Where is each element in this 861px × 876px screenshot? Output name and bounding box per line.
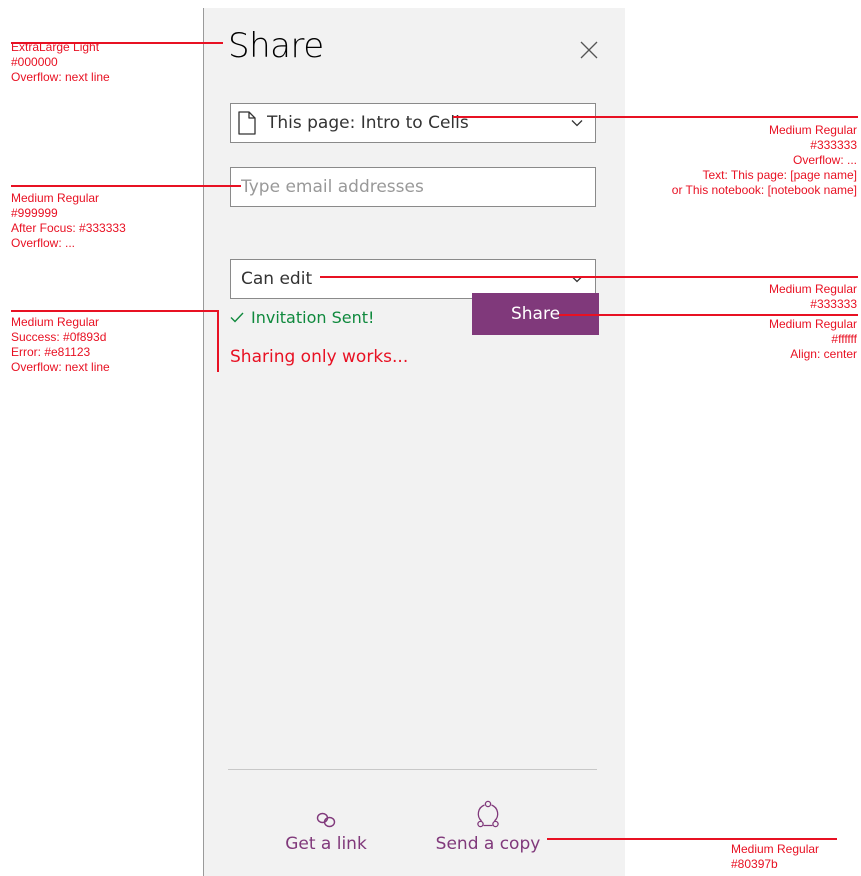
chevron-down-icon (571, 120, 583, 127)
share-panel: Share This page: Intro to Cells Can edit… (204, 8, 625, 876)
annotation-line (559, 314, 858, 316)
annotation-line (453, 116, 858, 118)
annotation-permission: Medium Regular #333333 (768, 282, 857, 311)
annotation-line (11, 310, 217, 312)
send-copy-button[interactable]: Send a copy (432, 798, 544, 854)
annotation-footer: Medium Regular #80397b (731, 842, 820, 871)
send-copy-label: Send a copy (435, 834, 541, 854)
page-icon (238, 111, 256, 135)
share-icon (477, 800, 499, 828)
annotation-line (217, 310, 219, 372)
annotation-email: Medium Regular #999999 After Focus: #333… (11, 191, 126, 250)
status-error: Sharing only works... (230, 347, 409, 367)
scope-select[interactable]: This page: Intro to Cells (230, 103, 596, 143)
email-field[interactable] (230, 167, 596, 207)
annotation-line (11, 42, 223, 44)
permission-select-value: Can edit (241, 269, 313, 289)
status-success: Invitation Sent! (230, 308, 374, 327)
check-icon (230, 312, 244, 323)
annotation-line (547, 838, 837, 840)
panel-title: Share (228, 26, 324, 66)
annotation-status: Medium Regular Success: #0f893d Error: #… (11, 315, 110, 374)
annotation-line (11, 185, 241, 187)
status-success-text: Invitation Sent! (251, 308, 375, 327)
get-link-button[interactable]: Get a link (284, 798, 368, 854)
annotation-scope: Medium Regular #333333 Overflow: ... Tex… (671, 123, 857, 197)
footer-divider (228, 769, 597, 770)
close-icon[interactable] (577, 38, 601, 62)
get-link-label: Get a link (285, 834, 367, 854)
annotation-line (320, 276, 858, 278)
link-icon (316, 812, 336, 828)
annotation-title: ExtraLarge Light #000000 Overflow: next … (11, 40, 110, 84)
annotation-share: Medium Regular #ffffff Align: center (768, 317, 857, 361)
email-input[interactable] (231, 168, 595, 206)
